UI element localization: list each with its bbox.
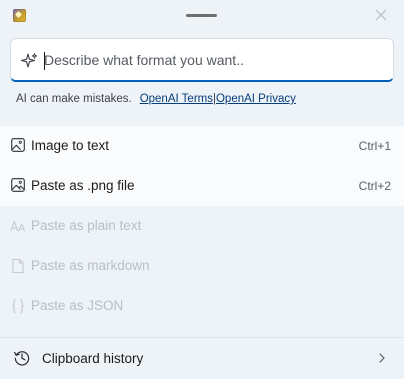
text-aa-icon: [10, 220, 26, 232]
document-icon: [12, 258, 24, 274]
action-paste-as-png[interactable]: Paste as .png file Ctrl+2: [0, 166, 404, 206]
openai-privacy-link[interactable]: OpenAI Privacy: [216, 93, 296, 105]
close-icon: [375, 9, 387, 21]
app-icon: [13, 9, 26, 22]
clipboard-history-button[interactable]: Clipboard history: [0, 338, 404, 379]
action-label: Paste as plain text: [31, 218, 142, 233]
action-shortcut: Ctrl+1: [358, 139, 391, 153]
close-button[interactable]: [372, 6, 390, 24]
action-image-to-text[interactable]: Image to text Ctrl+1: [0, 126, 404, 166]
action-label: Paste as .png file: [31, 178, 135, 193]
drag-handle[interactable]: [186, 14, 217, 17]
prompt-box[interactable]: [10, 38, 394, 82]
advanced-paste-window: AI can make mistakes.OpenAI Terms|OpenAI…: [0, 0, 404, 379]
json-braces-icon: [11, 298, 25, 314]
image-icon: [11, 138, 25, 152]
action-shortcut: Ctrl+2: [358, 179, 391, 193]
image-file-icon: [11, 178, 25, 192]
action-paste-as-json: Paste as JSON: [0, 286, 404, 326]
action-label: Paste as JSON: [31, 298, 124, 313]
sparkle-icon: [20, 53, 38, 68]
action-paste-as-plain-text: Paste as plain text: [0, 206, 404, 246]
paste-actions-list: Image to text Ctrl+1 Paste as .png file …: [0, 126, 404, 206]
action-paste-as-markdown: Paste as markdown: [0, 246, 404, 286]
clipboard-history-label: Clipboard history: [42, 351, 144, 366]
text-caret: [44, 52, 45, 70]
history-clock-icon: [14, 351, 30, 366]
ai-disclaimer: AI can make mistakes. OpenAI Terms|OpenAI…: [16, 93, 296, 105]
openai-terms-link[interactable]: OpenAI Terms: [140, 93, 213, 105]
action-label: Image to text: [31, 138, 110, 153]
title-bar[interactable]: [0, 0, 404, 34]
chevron-right-icon: [379, 353, 385, 363]
disclaimer-text: AI can make mistakes.: [16, 93, 132, 105]
prompt-input[interactable]: [44, 46, 384, 74]
action-label: Paste as markdown: [31, 258, 150, 273]
